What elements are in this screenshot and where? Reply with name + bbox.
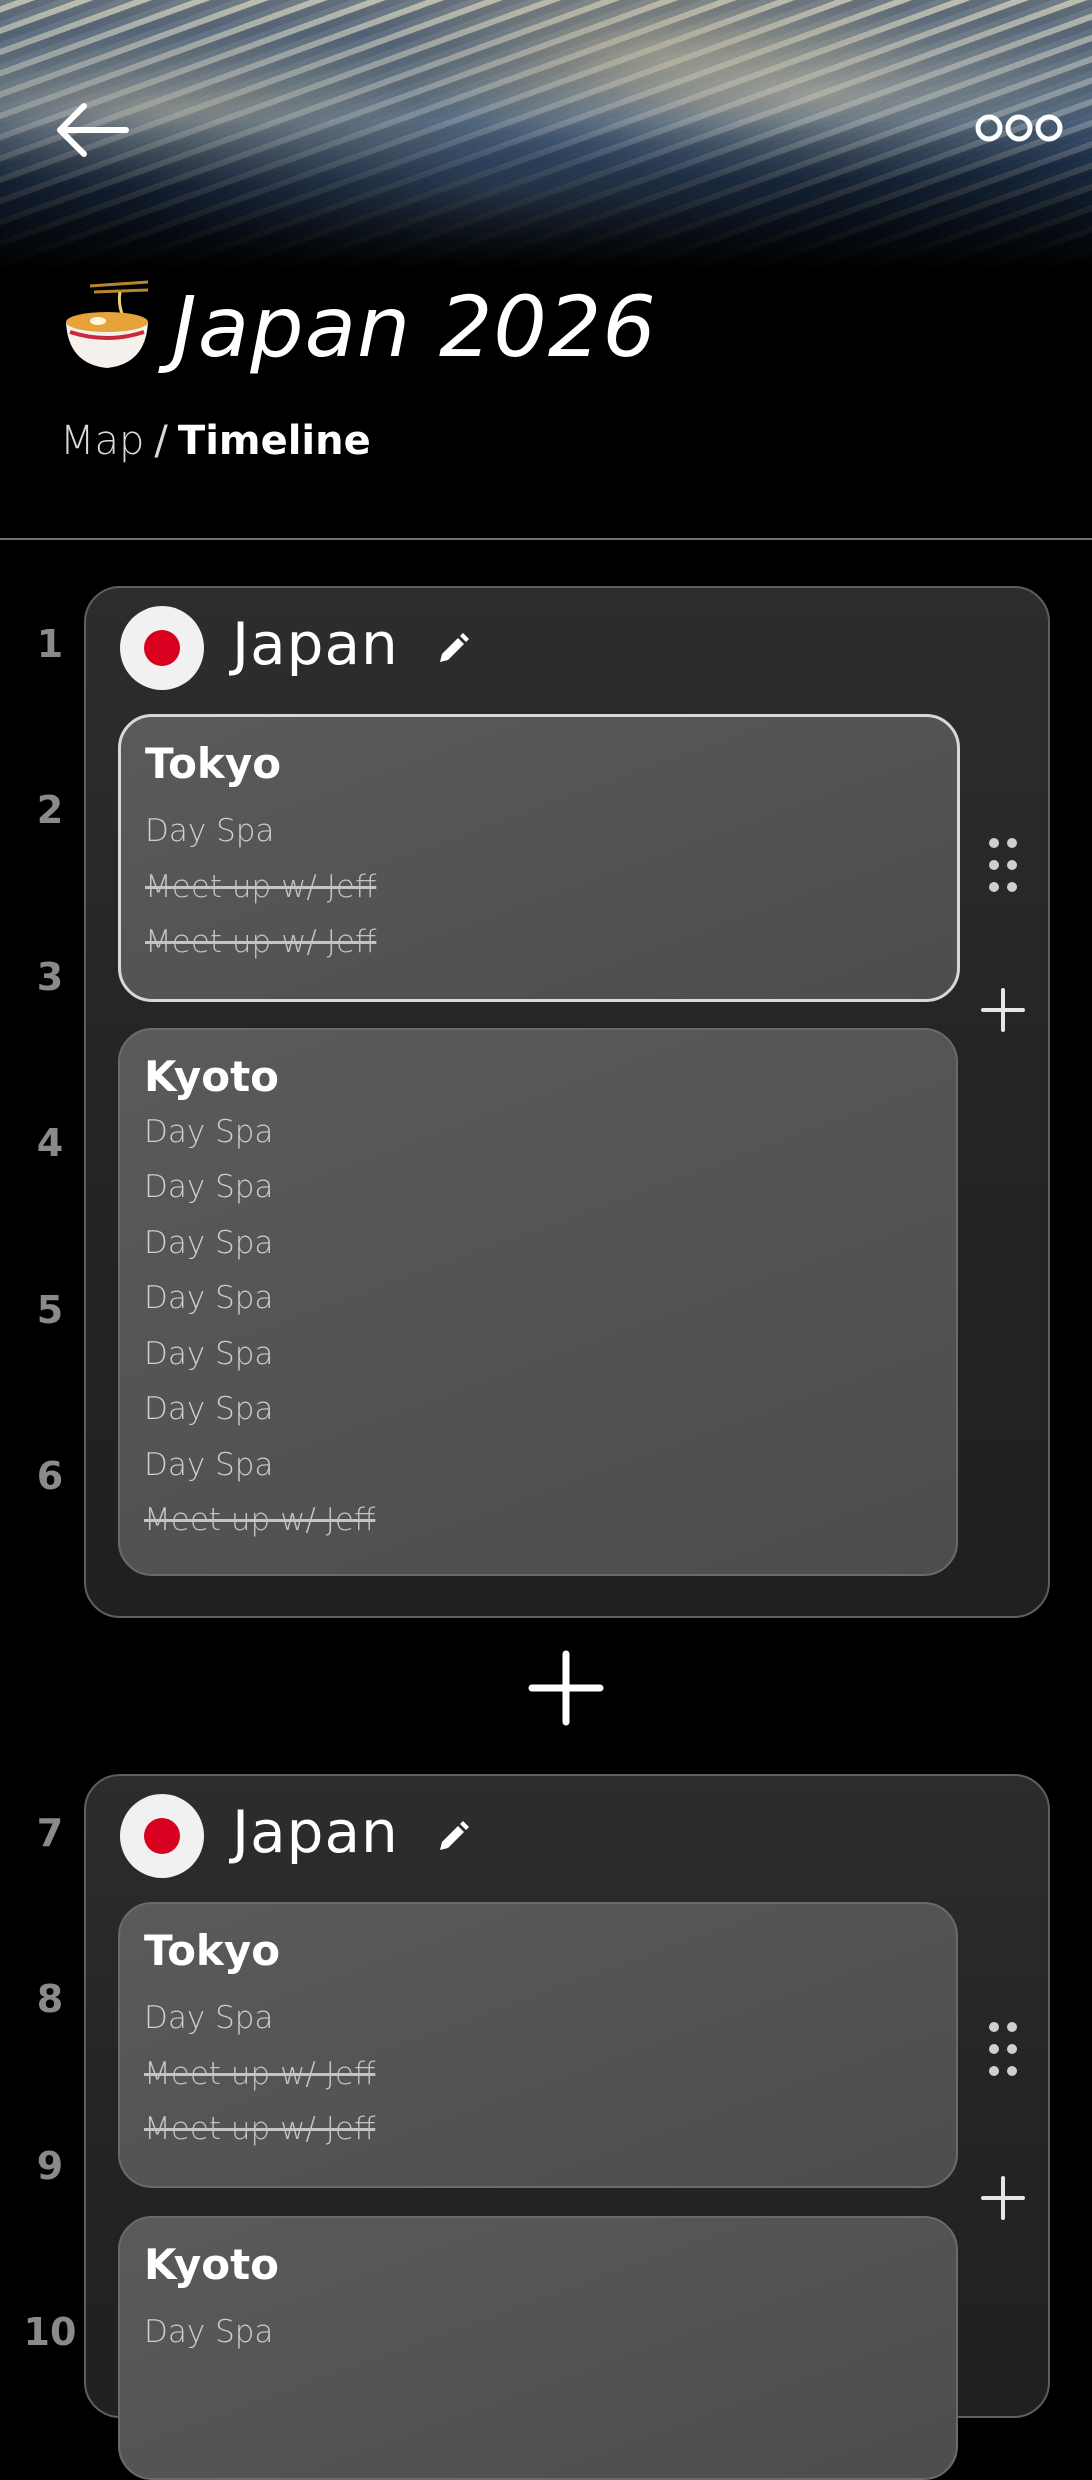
row-number: 8 [36,1977,64,2021]
more-button[interactable] [975,110,1063,146]
country-name: Japan [232,610,399,678]
activity-item[interactable]: Day Spa [145,813,274,849]
activity-item-completed[interactable]: Meet up w/ Jeff [145,924,376,960]
row-number: 6 [36,1454,64,1498]
edit-pencil-icon[interactable] [436,1820,470,1854]
page-title: Japan 2026 [172,278,657,376]
activity-item[interactable]: Day Spa [144,1169,273,1205]
city-name: Tokyo [145,739,282,788]
more-icon [975,114,1063,142]
japan-flag-icon [120,1794,204,1878]
row-number: 2 [36,788,64,832]
activity-item-completed[interactable]: Meet up w/ Jeff [144,2111,375,2147]
drag-handle-icon[interactable] [986,836,1020,894]
activity-item[interactable]: Day Spa [144,2000,273,2036]
country-group: Japan Tokyo Day Spa Meet up w/ Jeff Meet… [84,1774,1050,2480]
hero-banner-image [0,0,1092,270]
row-number: 3 [36,955,64,999]
activity-item[interactable]: Day Spa [144,1447,273,1483]
add-activity-icon[interactable] [979,2174,1027,2222]
city-name: Tokyo [144,1926,281,1975]
city-card-kyoto[interactable]: Kyoto Day Spa Day Spa Day Spa Day Spa Da… [118,1028,958,1576]
japan-flag-icon [120,606,204,690]
activity-item[interactable]: Day Spa [144,1391,273,1427]
row-number: 1 [36,622,64,666]
activity-item-completed[interactable]: Meet up w/ Jeff [144,1502,375,1538]
row-number: 4 [36,1121,64,1165]
activity-item-completed[interactable]: Meet up w/ Jeff [145,869,376,905]
back-arrow-icon [57,103,129,157]
add-group-icon[interactable] [528,1650,604,1726]
drag-handle-icon[interactable] [986,2020,1020,2078]
ramen-bowl-icon [66,280,149,368]
activity-item-completed[interactable]: Meet up w/ Jeff [144,2056,375,2092]
page-header: Japan 2026 [60,278,657,376]
city-card-kyoto[interactable]: Kyoto Day Spa [118,2216,958,2480]
city-card-tokyo[interactable]: Tokyo Day Spa Meet up w/ Jeff Meet up w/… [118,1902,958,2188]
edit-pencil-icon[interactable] [436,632,470,666]
back-button[interactable] [52,95,132,165]
activity-item[interactable]: Day Spa [144,1336,273,1372]
city-name: Kyoto [144,1052,280,1101]
activity-item[interactable]: Day Spa [144,1280,273,1316]
activity-item[interactable]: Day Spa [144,1225,273,1261]
breadcrumb-separator: / [154,418,168,464]
country-name: Japan [232,1798,399,1866]
activity-item[interactable]: Day Spa [144,1114,273,1150]
header-divider [0,538,1092,540]
row-number: 10 [23,2310,77,2354]
row-number: 9 [36,2144,64,2188]
row-number: 7 [36,1811,64,1855]
breadcrumb-current: Timeline [177,418,371,464]
city-card-tokyo[interactable]: Tokyo Day Spa Meet up w/ Jeff Meet up w/… [118,714,960,1002]
add-activity-icon[interactable] [979,986,1027,1034]
breadcrumb: Map / Timeline [60,418,371,464]
activity-item[interactable]: Day Spa [144,2314,273,2350]
breadcrumb-map-link[interactable]: Map [60,418,144,464]
country-group: Japan Tokyo Day Spa Meet up w/ Jeff Meet… [84,586,1050,1618]
row-number: 5 [36,1288,64,1332]
city-name: Kyoto [144,2240,280,2289]
